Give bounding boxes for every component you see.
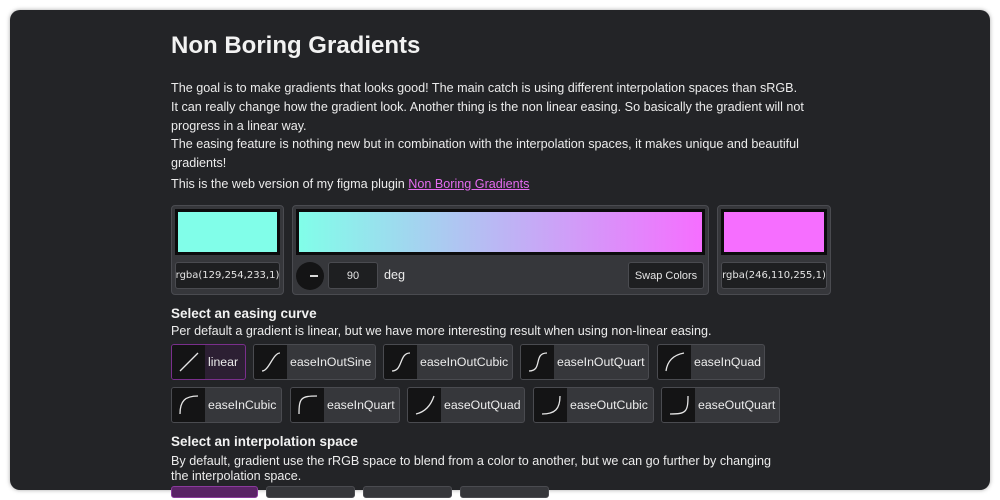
easing-option-label: easeOutQuart [698,398,776,412]
end-color-panel: rgba(246,110,255,1) [717,205,831,295]
easing-option-linear[interactable]: linear [171,344,246,380]
intro-line-1: The goal is to make gradients that looks… [171,81,798,95]
ease-in-cubic-curve-icon [172,388,205,422]
easing-option-easeinoutcubic[interactable]: easeInOutCubic [383,344,513,380]
start-color-value[interactable]: rgba(129,254,233,1) [175,262,280,289]
end-color-swatch[interactable] [721,209,827,255]
start-color-swatch[interactable] [175,209,280,255]
easing-option-label: linear [208,355,239,369]
easing-option-easeoutcubic[interactable]: easeOutCubic [533,387,654,423]
easing-option-easeincubic[interactable]: easeInCubic [171,387,282,423]
easing-option-easeinquad[interactable]: easeInQuad [657,344,765,380]
ease-in-out-sine-curve-icon [254,345,287,379]
angle-unit-label: deg [384,268,406,282]
swap-colors-button[interactable]: Swap Colors [628,262,704,289]
gradient-preview [296,209,705,255]
page-title: Non Boring Gradients [171,32,421,59]
easing-option-easeinoutquart[interactable]: easeInOutQuart [520,344,649,380]
easing-option-easeoutquad[interactable]: easeOutQuad [407,387,525,423]
easing-option-easeoutquart[interactable]: easeOutQuart [661,387,780,423]
app-window: Non Boring Gradients The goal is to make… [10,10,990,490]
plugin-link[interactable]: Non Boring Gradients [408,177,529,191]
easing-option-easeinoutsine[interactable]: easeInOutSine [253,344,376,380]
angle-dial[interactable] [296,262,324,290]
linear-curve-icon [172,345,205,379]
easing-option-easeinquart[interactable]: easeInQuart [290,387,400,423]
interpolation-heading: Select an interpolation space [171,434,358,449]
easing-heading: Select an easing curve [171,306,317,321]
easing-option-label: easeInQuart [327,398,395,412]
easing-description: Per default a gradient is linear, but we… [171,324,712,338]
plugin-line: This is the web version of my figma plug… [171,177,529,191]
easing-option-label: easeInOutCubic [420,355,509,369]
easing-option-label: easeInOutSine [290,355,372,369]
easing-option-label: easeInQuad [694,355,762,369]
angle-dial-hand-icon [310,275,318,277]
ease-in-out-quart-curve-icon [521,345,554,379]
angle-input[interactable]: 90 [328,262,378,289]
interpolation-description: By default, gradient use the rRGB space … [171,454,771,483]
gradient-preview-panel: 90 deg Swap Colors [292,205,709,295]
interpolation-option[interactable] [266,486,355,498]
easing-option-label: easeOutCubic [570,398,648,412]
ease-in-quart-curve-icon [291,388,324,422]
intro-line-2: It can really change how the gradient lo… [171,99,804,133]
ease-in-quad-curve-icon [658,345,691,379]
easing-option-label: easeOutQuad [444,398,521,412]
easing-option-label: easeInOutQuart [557,355,645,369]
start-color-panel: rgba(129,254,233,1) [171,205,284,295]
ease-in-out-cubic-curve-icon [384,345,417,379]
ease-out-quart-curve-icon [662,388,695,422]
intro-line-3: The easing feature is nothing new but in… [171,137,799,171]
interpolation-option[interactable] [363,486,452,498]
ease-out-quad-curve-icon [408,388,441,422]
end-color-value[interactable]: rgba(246,110,255,1) [721,262,827,289]
intro-text: The goal is to make gradients that looks… [171,79,811,173]
ease-out-cubic-curve-icon [534,388,567,422]
interpolation-option[interactable] [460,486,549,498]
easing-option-label: easeInCubic [208,398,277,412]
plugin-line-text: This is the web version of my figma plug… [171,177,409,191]
interpolation-option[interactable] [171,486,258,498]
